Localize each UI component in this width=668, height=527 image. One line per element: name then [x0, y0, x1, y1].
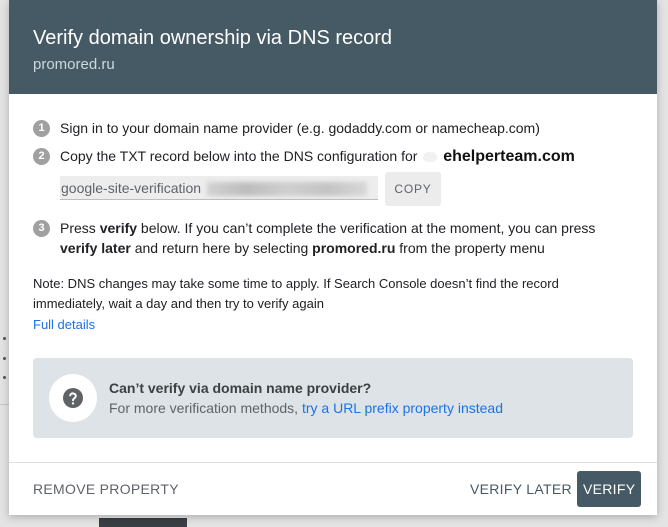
backdrop-bullet — [3, 357, 6, 360]
step-3-text: below. If you can’t complete the verific… — [137, 220, 596, 236]
alternative-description: For more verification methods, try a URL… — [109, 398, 503, 418]
verify-button[interactable]: VERIFY — [577, 471, 641, 507]
dns-domain: ehelperteam.com — [443, 148, 575, 165]
backdrop-element — [99, 518, 187, 527]
verify-later-button[interactable]: VERIFY LATER — [470, 481, 572, 497]
step-3-line-2: verify later and return here by selectin… — [60, 238, 545, 258]
txt-record-field[interactable]: google-site-verification — [60, 176, 378, 200]
verify-dns-dialog: Verify domain ownership via DNS record p… — [9, 0, 657, 515]
step-3-verify-word: verify — [99, 220, 138, 236]
step-3-number: 3 — [33, 220, 50, 237]
alternative-title: Can’t verify via domain name provider? — [109, 380, 372, 396]
step-3-property-name: promored.ru — [312, 240, 396, 256]
full-details-link[interactable]: Full details — [33, 315, 95, 335]
txt-record-prefix: google-site-verification — [61, 180, 202, 196]
step-2-text: Copy the TXT record below into the DNS c… — [60, 148, 418, 164]
actions-divider — [9, 462, 657, 463]
step-3-verify-later-word: verify later — [60, 240, 131, 256]
backdrop-bullet — [3, 337, 6, 340]
dns-note: Note: DNS changes may take some time to … — [33, 274, 633, 314]
note-line-2: immediately, wait a day and then try to … — [33, 296, 324, 311]
dialog-subtitle: promored.ru — [33, 56, 115, 73]
copy-button[interactable]: COPY — [385, 172, 441, 206]
backdrop-line — [0, 404, 9, 405]
step-3-text: Press — [60, 220, 100, 236]
step-3-line-1: Press verify below. If you can’t complet… — [60, 218, 595, 238]
backdrop-bullet — [3, 376, 6, 379]
dialog-header: Verify domain ownership via DNS record p… — [9, 0, 657, 94]
redaction-mark — [423, 152, 438, 163]
step-2-line: Copy the TXT record below into the DNS c… — [60, 146, 575, 167]
txt-record-blurred-value — [207, 182, 368, 197]
help-icon — [63, 388, 83, 408]
alternative-verification-box: Can’t verify via domain name provider? F… — [33, 358, 633, 438]
alternative-desc-text: For more verification methods, — [109, 400, 302, 416]
step-3-text: and return here by selecting — [130, 240, 313, 256]
help-icon-circle — [49, 374, 97, 422]
step-2-number: 2 — [33, 148, 50, 165]
step-1-text: Sign in to your domain name provider (e.… — [60, 120, 540, 136]
note-line-1: Note: DNS changes may take some time to … — [33, 276, 559, 291]
url-prefix-link[interactable]: try a URL prefix property instead — [302, 400, 503, 416]
remove-property-button[interactable]: REMOVE PROPERTY — [33, 481, 179, 497]
step-3-text: from the property menu — [395, 240, 545, 256]
step-1-number: 1 — [33, 120, 50, 137]
dialog-title: Verify domain ownership via DNS record — [33, 27, 393, 49]
